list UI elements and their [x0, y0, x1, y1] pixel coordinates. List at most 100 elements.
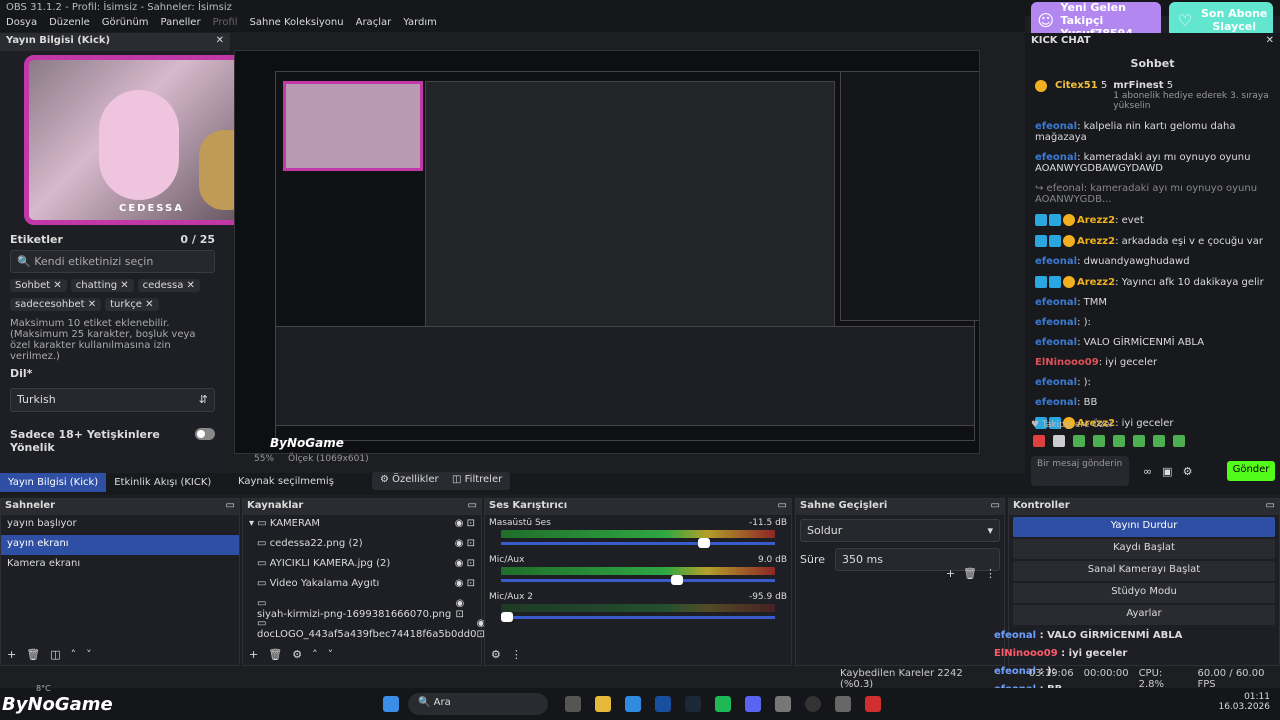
emote-icon[interactable]	[1113, 435, 1125, 447]
task-view-icon[interactable]	[565, 696, 581, 712]
spotify-icon[interactable]	[715, 696, 731, 712]
more-icon[interactable]: ⋮	[985, 567, 996, 580]
volume-slider[interactable]	[501, 575, 775, 585]
trash-icon[interactable]: 🗑	[26, 648, 40, 661]
chat-username[interactable]: Arezz2	[1077, 236, 1115, 247]
close-icon[interactable]: ✕	[216, 35, 224, 49]
slider-knob[interactable]	[670, 575, 683, 585]
trash-icon[interactable]: 🗑	[963, 567, 977, 580]
obs-icon[interactable]	[805, 696, 821, 712]
emote-icon[interactable]	[1153, 435, 1165, 447]
emote-icon[interactable]	[1053, 435, 1065, 447]
file-explorer-icon[interactable]	[595, 696, 611, 712]
discord-icon[interactable]	[745, 696, 761, 712]
eye-icon[interactable]: ◉ ⊡	[455, 558, 475, 572]
store-icon[interactable]	[655, 696, 671, 712]
more-icon[interactable]: ⋮	[511, 648, 522, 661]
gear-icon[interactable]: ⚙	[292, 648, 302, 661]
chat-username[interactable]: Arezz2	[1077, 215, 1115, 226]
chat-username[interactable]: efeonal	[1035, 297, 1077, 308]
scene-item[interactable]: yayın ekranı	[1, 535, 239, 555]
link-icon[interactable]: ∞	[1143, 465, 1152, 478]
taskbar-search[interactable]: 🔍 Ara	[408, 693, 548, 715]
language-select[interactable]: Turkish ⇵	[10, 388, 215, 412]
down-icon[interactable]: ˅	[328, 648, 334, 661]
settings-icon[interactable]	[835, 696, 851, 712]
close-icon[interactable]: ✕	[1266, 35, 1274, 49]
popout-icon[interactable]: ▭	[226, 500, 235, 514]
control-button-2[interactable]: Sanal Kamerayı Başlat	[1013, 561, 1275, 581]
control-button-0[interactable]: Yayını Durdur	[1013, 517, 1275, 537]
chat-input[interactable]: Bir mesaj gönderin	[1031, 456, 1129, 486]
popout-icon[interactable]: ▭	[991, 500, 1000, 514]
source-item[interactable]: ▭ AYICIKLI KAMERA.jpg (2) ◉ ⊡	[243, 555, 481, 575]
trash-icon[interactable]: 🗑	[268, 648, 282, 661]
tag-chip[interactable]: chatting ✕	[70, 279, 134, 292]
source-item[interactable]: ▭ Video Yakalama Aygıtı ◉ ⊡	[243, 575, 481, 595]
close-icon[interactable]: ✕	[142, 299, 153, 310]
eye-icon[interactable]: ◉ ⊡	[456, 598, 475, 620]
menu-item-0[interactable]: Dosya	[6, 17, 37, 31]
add-icon[interactable]: +	[946, 567, 955, 580]
chat-username[interactable]: Arezz2	[1077, 277, 1115, 288]
tag-chip[interactable]: Sohbet ✕	[10, 279, 67, 292]
control-button-4[interactable]: Ayarlar	[1013, 605, 1275, 625]
emote-icon[interactable]	[1173, 435, 1185, 447]
tab-1[interactable]: Etkinlik Akışı (KICK)	[106, 473, 219, 492]
volume-slider[interactable]	[501, 538, 775, 548]
windows-start-icon[interactable]	[383, 696, 399, 712]
emote-icon[interactable]	[1073, 435, 1085, 447]
popout-icon[interactable]: ▭	[1266, 500, 1275, 514]
chat-username[interactable]: efeonal	[1035, 317, 1077, 328]
emote-icon[interactable]	[1133, 435, 1145, 447]
source-item[interactable]: ▾ ▭ KAMERAM ◉ ⊡	[243, 515, 481, 535]
close-icon[interactable]: ✕	[183, 280, 195, 291]
app-icon[interactable]	[775, 696, 791, 712]
filters-button[interactable]: ◫ Filtreler	[444, 472, 511, 490]
close-icon[interactable]: ✕	[117, 280, 128, 291]
properties-button[interactable]: ⚙ Özellikler	[372, 472, 447, 490]
adult-toggle[interactable]	[194, 428, 215, 440]
tag-chip[interactable]: cedessa ✕	[137, 279, 200, 292]
filter-icon[interactable]: ◫	[50, 648, 60, 661]
menu-item-4[interactable]: Profil	[213, 17, 238, 31]
source-item[interactable]: ▭ siyah-kirmizi-png-1699381666070.png ◉ ⊡	[243, 595, 481, 620]
up-icon[interactable]: ˄	[312, 648, 318, 661]
chat-username[interactable]: efeonal	[1035, 397, 1077, 408]
edge-icon[interactable]	[625, 696, 641, 712]
source-item[interactable]: ▭ cedessa22.png (2) ◉ ⊡	[243, 535, 481, 555]
eye-icon[interactable]: ◉ ⊡	[455, 538, 475, 552]
down-icon[interactable]: ˅	[86, 648, 92, 661]
add-icon[interactable]: +	[249, 648, 258, 661]
menu-item-3[interactable]: Paneller	[161, 17, 201, 31]
menu-item-1[interactable]: Düzenle	[49, 17, 90, 31]
slider-knob[interactable]	[698, 538, 711, 548]
source-item[interactable]: ▭ docLOGO_443af5a439fbec74418f6a5b0dd0 ◉ …	[243, 615, 485, 640]
tag-chip[interactable]: turkçe ✕	[105, 298, 159, 311]
preview-canvas[interactable]: ByNoGame	[234, 50, 980, 454]
close-icon[interactable]: ✕	[50, 280, 61, 291]
transition-select[interactable]: Soldur ▾	[800, 519, 1000, 542]
popout-icon[interactable]: ▭	[468, 500, 477, 514]
app-icon[interactable]	[865, 696, 881, 712]
steam-icon[interactable]	[685, 696, 701, 712]
send-button[interactable]: Gönder	[1227, 461, 1275, 481]
control-button-3[interactable]: Stüdyo Modu	[1013, 583, 1275, 603]
chat-username[interactable]: efeonal	[1035, 121, 1077, 132]
close-icon[interactable]: ✕	[85, 299, 96, 310]
emote-icon[interactable]	[1093, 435, 1105, 447]
add-icon[interactable]: +	[7, 648, 16, 661]
menu-item-5[interactable]: Sahne Koleksiyonu	[250, 17, 344, 31]
tag-search-input[interactable]: 🔍 Kendi etiketinizi seçin	[10, 250, 215, 273]
slider-knob[interactable]	[501, 612, 513, 622]
emote-icon[interactable]	[1033, 435, 1045, 447]
eye-icon[interactable]: ◉ ⊡	[455, 578, 475, 592]
store-icon[interactable]: ▣	[1162, 465, 1172, 478]
chat-username[interactable]: efeonal	[1035, 377, 1077, 388]
menu-item-7[interactable]: Yardım	[403, 17, 437, 31]
tag-chip[interactable]: sadecesohbet ✕	[10, 298, 102, 311]
chat-username[interactable]: efeonal	[1035, 337, 1077, 348]
chat-username[interactable]: efeonal	[1035, 256, 1077, 267]
menu-item-2[interactable]: Görünüm	[102, 17, 149, 31]
chat-username[interactable]: ElNinooo09	[1035, 357, 1099, 368]
